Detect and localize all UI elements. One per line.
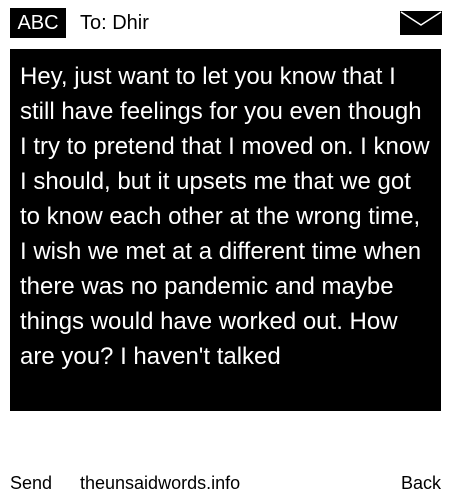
message-text[interactable]: Hey, just want to let you know that I st…	[20, 59, 430, 374]
message-body[interactable]: Hey, just want to let you know that I st…	[10, 49, 441, 411]
send-button[interactable]: Send	[10, 468, 52, 498]
input-mode-badge[interactable]: ABC	[10, 8, 66, 38]
recipient-label: To: Dhir	[80, 12, 149, 34]
envelope-icon[interactable]	[400, 11, 442, 35]
back-button[interactable]: Back	[401, 468, 441, 498]
site-link[interactable]: theunsaidwords.info	[80, 468, 240, 498]
message-header: ABC To: Dhir	[0, 0, 450, 46]
softkey-bar: Send theunsaidwords.info Back	[0, 468, 450, 498]
